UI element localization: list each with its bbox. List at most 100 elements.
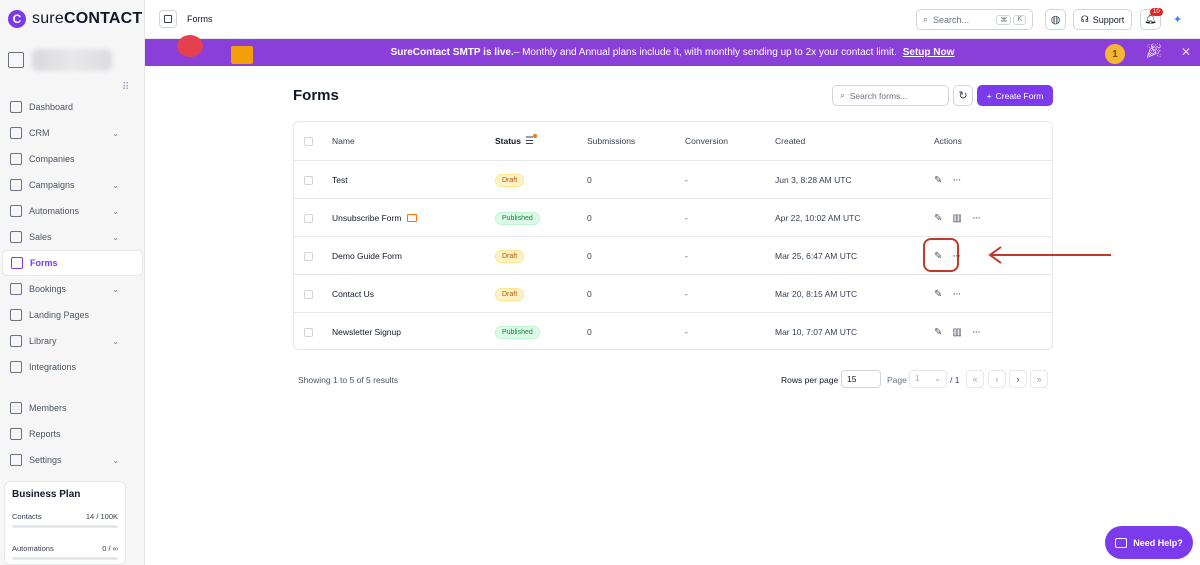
bar-chart-icon[interactable]: ▥	[952, 213, 961, 224]
header-actions: Actions	[934, 136, 962, 146]
support-button[interactable]: ☊ Support	[1073, 9, 1132, 30]
conversion-cell: -	[685, 213, 688, 223]
sidebar-item-dashboard[interactable]: Dashboard	[2, 94, 143, 120]
rows-per-page-label: Rows per page	[781, 375, 839, 385]
edit-pencil-icon[interactable]: ✎	[934, 175, 942, 186]
global-search-placeholder: Search...	[933, 14, 970, 25]
more-options-icon[interactable]: ···	[952, 174, 961, 186]
form-name[interactable]: Contact Us	[332, 289, 374, 299]
sidebar-item-reports[interactable]: Reports	[2, 421, 143, 447]
breadcrumb: Forms	[187, 14, 213, 24]
sidebar-item-crm[interactable]: CRM ⌄	[2, 120, 143, 146]
page-number-select[interactable]: 1 ⌄	[909, 370, 947, 388]
submissions-cell: 0	[587, 251, 592, 261]
panel-icon	[164, 15, 172, 23]
sidebar-item-sales[interactable]: Sales ⌄	[2, 224, 143, 250]
table-header: Name Status ☰ Submissions Conversion Cre…	[294, 122, 1052, 160]
create-form-button[interactable]: + Create Form	[977, 85, 1053, 106]
next-page-button[interactable]: ›	[1009, 370, 1027, 388]
search-forms-placeholder: Search forms...	[849, 90, 908, 101]
form-name-cell[interactable]: Unsubscribe Form	[332, 199, 418, 237]
row-checkbox[interactable]	[304, 161, 314, 199]
sidebar-toggle-button[interactable]	[159, 10, 177, 28]
form-name[interactable]: Test	[332, 175, 348, 185]
status-cell: Published	[495, 313, 540, 351]
annotation-arrow	[988, 246, 1111, 264]
chevron-down-icon: ⌄	[112, 206, 119, 216]
workspace-switcher[interactable]	[8, 40, 136, 80]
table-row[interactable]: Contact Us Draft 0 - Mar 20, 8:15 AM UTC ✎ ···	[294, 274, 1052, 312]
mail-icon	[407, 214, 418, 222]
grip-icon[interactable]: ⠿	[122, 82, 129, 93]
status-badge: Published	[495, 211, 540, 225]
form-name-cell[interactable]: Contact Us	[332, 275, 374, 313]
workspace-name-blurred	[32, 49, 112, 71]
first-page-button[interactable]: «	[966, 370, 984, 388]
need-help-button[interactable]: Need Help?	[1105, 526, 1193, 559]
sidebar-item-label: Library	[29, 336, 57, 346]
chevron-down-icon: ⌄	[112, 284, 119, 294]
row-checkbox[interactable]	[304, 199, 314, 237]
global-search-input[interactable]: ⌕ Search... ⌘ K	[916, 9, 1033, 30]
prev-page-button[interactable]: ‹	[988, 370, 1006, 388]
sidebar-item-companies[interactable]: Companies	[2, 146, 143, 172]
row-checkbox[interactable]	[304, 237, 314, 275]
sidebar-item-automations[interactable]: Automations ⌄	[2, 198, 143, 224]
page-total: / 1	[950, 375, 960, 385]
building-icon	[10, 153, 22, 165]
library-icon	[10, 335, 22, 347]
edit-pencil-icon[interactable]: ✎	[934, 327, 942, 338]
form-name[interactable]: Demo Guide Form	[332, 251, 402, 261]
form-name[interactable]: Unsubscribe Form	[332, 213, 401, 223]
bar-chart-icon[interactable]: ▥	[952, 327, 961, 338]
contacts-usage-bar	[12, 525, 118, 528]
select-all-checkbox[interactable]	[304, 122, 314, 160]
sidebar-item-label: Dashboard	[29, 102, 74, 112]
form-name-cell[interactable]: Newsletter Signup	[332, 313, 401, 351]
header-status[interactable]: Status ☰	[495, 122, 537, 160]
sidebar-item-settings[interactable]: Settings ⌄	[2, 447, 143, 473]
plus-icon: +	[986, 90, 992, 101]
table-row[interactable]: Newsletter Signup Published 0 - Mar 10, 7:07…	[294, 312, 1052, 350]
table-row[interactable]: Test Draft 0 - Jun 3, 8:28 AM UTC ✎ ···	[294, 160, 1052, 198]
edit-pencil-icon[interactable]: ✎	[934, 289, 942, 300]
row-checkbox[interactable]	[304, 313, 314, 351]
setup-now-link[interactable]: Setup Now	[903, 47, 955, 58]
submissions-cell: 0	[587, 327, 592, 337]
surecontact-logo[interactable]: C sureCONTACT	[8, 10, 142, 28]
sidebar-item-members[interactable]: Members	[2, 395, 143, 421]
rows-per-page-input[interactable]: 15	[841, 370, 881, 388]
sidebar-item-campaigns[interactable]: Campaigns ⌄	[2, 172, 143, 198]
sidebar-item-label: Landing Pages	[29, 310, 90, 320]
refresh-button[interactable]: ↻	[953, 85, 973, 106]
sidebar-item-bookings[interactable]: Bookings ⌄	[2, 276, 143, 302]
more-options-icon[interactable]: ···	[972, 212, 981, 224]
table-row[interactable]: Unsubscribe Form Published 0 - Apr 22, 10:02…	[294, 198, 1052, 236]
sidebar-item-landing-pages[interactable]: Landing Pages	[2, 302, 143, 328]
more-options-icon[interactable]: ···	[952, 288, 961, 300]
header-created: Created	[775, 136, 806, 146]
search-forms-input[interactable]: ⌕ Search forms...	[832, 85, 949, 106]
announcement-banner: SureContact SMTP is live. – Monthly and …	[145, 35, 1200, 66]
sidebar-item-integrations[interactable]: Integrations	[2, 354, 143, 380]
briefcase-icon	[10, 231, 22, 243]
sparkle-icon[interactable]: ✦	[1173, 13, 1182, 26]
sidebar-item-label: Settings	[29, 455, 62, 465]
created-cell: Mar 25, 6:47 AM UTC	[775, 251, 858, 261]
sidebar-item-forms[interactable]: Forms	[2, 250, 143, 276]
form-name-cell[interactable]: Test	[332, 161, 348, 199]
last-page-button[interactable]: »	[1030, 370, 1048, 388]
language-button[interactable]: ◍	[1045, 9, 1066, 30]
edit-pencil-icon[interactable]: ✎	[934, 213, 942, 224]
header-name[interactable]: Name	[332, 122, 355, 160]
chat-icon	[1115, 537, 1128, 548]
close-icon[interactable]: ✕	[1181, 45, 1191, 59]
form-name-cell[interactable]: Demo Guide Form	[332, 237, 402, 275]
sidebar-item-library[interactable]: Library ⌄	[2, 328, 143, 354]
row-checkbox[interactable]	[304, 275, 314, 313]
form-name[interactable]: Newsletter Signup	[332, 327, 401, 337]
more-options-icon[interactable]: ···	[972, 326, 981, 338]
users-icon	[10, 402, 22, 414]
filter-icon[interactable]: ☰	[525, 133, 537, 147]
status-badge: Published	[495, 325, 540, 339]
